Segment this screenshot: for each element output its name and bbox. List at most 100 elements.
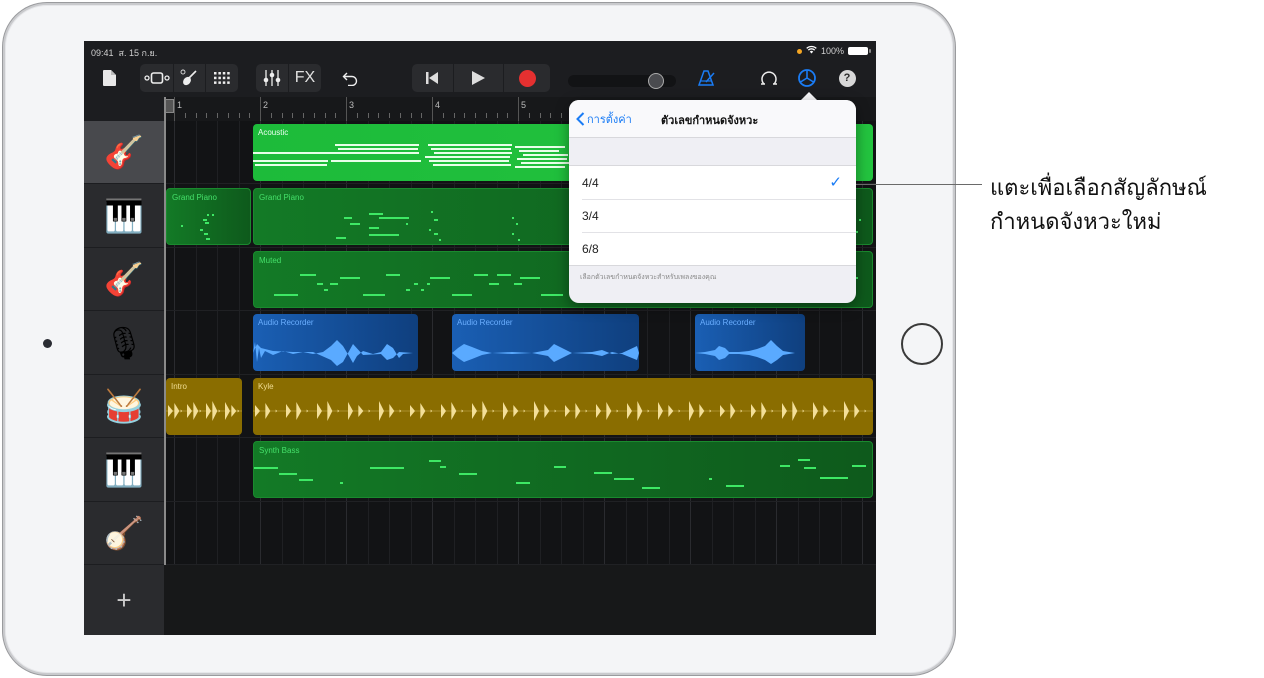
- mic-indicator-icon: [796, 48, 802, 54]
- track-header[interactable]: 🎹: [84, 439, 164, 502]
- add-track-button[interactable]: +: [84, 565, 164, 635]
- drum-hit: [255, 405, 260, 417]
- ruler-tick: [238, 113, 240, 118]
- home-button[interactable]: [901, 323, 943, 365]
- mixer-sliders-icon: [263, 70, 281, 86]
- midi-note: [515, 166, 565, 168]
- drum-hit: [554, 409, 557, 413]
- drum-hit: [585, 409, 588, 413]
- song-settings-button[interactable]: [794, 64, 820, 92]
- ruler-tick: [270, 113, 272, 118]
- guitar-icon: [180, 69, 197, 86]
- instrument-icon: 🪕: [104, 515, 144, 551]
- playhead-handle[interactable]: [165, 99, 174, 113]
- drum-hit: [503, 402, 508, 420]
- drum-hit: [523, 409, 526, 413]
- drum-hit: [668, 405, 674, 417]
- instrument-icon: 🎹: [104, 197, 144, 234]
- back-label: การตั้งค่า: [587, 114, 632, 126]
- time-signature-option-3-4[interactable]: 3/4: [569, 199, 856, 232]
- region-audio-recorder-3[interactable]: Audio Recorder: [695, 314, 805, 371]
- track-header[interactable]: 🎸: [84, 121, 164, 184]
- ruler-tick: [389, 113, 390, 118]
- drum-hit: [180, 409, 183, 413]
- ruler-tick: [561, 113, 562, 118]
- track-header[interactable]: 🪕: [84, 502, 164, 565]
- ruler-tick: [485, 113, 487, 118]
- track-divider[interactable]: [164, 97, 166, 565]
- tracks-view-icon: [144, 72, 170, 84]
- midi-note: [253, 160, 328, 162]
- ruler-tick: [399, 113, 401, 118]
- instrument-icon: 🎸: [104, 134, 144, 170]
- ruler-tick: [442, 113, 444, 118]
- instrument-browser-button[interactable]: [174, 64, 204, 92]
- fx-button[interactable]: FX: [289, 64, 321, 92]
- midi-note: [521, 162, 571, 164]
- drum-hit: [306, 409, 309, 413]
- region-kyle[interactable]: Kyle: [253, 378, 873, 435]
- document-icon: [102, 70, 116, 86]
- ruler-tick: [313, 113, 315, 118]
- ruler-tick: [367, 113, 369, 118]
- time-signature-option-4-4[interactable]: 4/4 ✓: [569, 166, 856, 199]
- live-loops-button[interactable]: [206, 64, 238, 92]
- drum-hit: [218, 409, 221, 413]
- play-button[interactable]: [454, 64, 502, 92]
- toolbar: FX ?: [84, 61, 876, 95]
- track-header[interactable]: 🎙: [84, 312, 164, 375]
- go-to-beginning-button[interactable]: [412, 64, 452, 92]
- ruler-tick: [335, 113, 337, 118]
- drum-hit: [844, 401, 849, 421]
- region-audio-recorder-2[interactable]: Audio Recorder: [452, 314, 639, 371]
- help-button[interactable]: ?: [836, 64, 858, 92]
- drum-hit: [451, 402, 457, 420]
- drum-hit: [802, 409, 805, 413]
- instrument-icon: 🎙: [103, 324, 145, 361]
- track-header[interactable]: 🎸: [84, 248, 164, 311]
- drum-hit: [513, 405, 519, 417]
- drum-hit: [168, 405, 173, 417]
- mixer-button[interactable]: [256, 64, 288, 92]
- record-button[interactable]: [504, 64, 550, 92]
- back-to-settings-button[interactable]: การตั้งค่า: [576, 110, 632, 128]
- drum-hit: [212, 401, 218, 421]
- midi-note: [515, 146, 565, 148]
- region-grand-piano-1[interactable]: Grand Piano: [166, 188, 251, 245]
- midi-note: [517, 158, 567, 160]
- record-icon: [518, 69, 536, 87]
- ruler-tick: [324, 113, 326, 118]
- region-synth-bass[interactable]: Synth Bass: [253, 441, 873, 498]
- region-label: Audio Recorder: [700, 318, 756, 327]
- drum-hit: [430, 409, 433, 413]
- track-lane[interactable]: [164, 502, 876, 565]
- drum-hit: [720, 405, 725, 417]
- midi-note: [433, 164, 511, 166]
- popover-header: การตั้งค่า ตัวเลขกำหนดจังหวะ: [569, 100, 856, 138]
- drum-hit: [678, 409, 681, 413]
- status-right: 100%: [796, 45, 871, 57]
- my-songs-button[interactable]: [98, 64, 120, 92]
- midi-note: [431, 148, 511, 150]
- ruler-tick: [528, 113, 530, 118]
- tracks-view-button[interactable]: [142, 64, 172, 92]
- region-audio-recorder-1[interactable]: Audio Recorder: [253, 314, 418, 371]
- drum-hit: [575, 403, 581, 419]
- empty-track-area: [164, 565, 876, 635]
- ruler-bar-line: [346, 97, 347, 121]
- callout-line-1: แตะเพื่อเลือกสัญลักษณ์: [990, 176, 1207, 201]
- volume-slider-knob[interactable]: [648, 73, 664, 89]
- drum-hit: [823, 405, 829, 417]
- undo-button[interactable]: [338, 64, 362, 92]
- loop-browser-button[interactable]: [756, 64, 782, 92]
- drum-hit: [231, 405, 237, 417]
- region-intro[interactable]: Intro: [166, 378, 242, 435]
- region-label: Synth Bass: [259, 446, 300, 455]
- metronome-button[interactable]: [694, 64, 720, 92]
- track-header[interactable]: 🎹: [84, 185, 164, 248]
- track-header[interactable]: 🥁: [84, 375, 164, 438]
- drum-hit: [265, 403, 271, 419]
- status-bar: 09:41 ส. 15 ก.ย. 100%: [84, 41, 876, 61]
- drum-hit: [709, 409, 712, 413]
- time-signature-option-6-8[interactable]: 6/8: [569, 232, 856, 265]
